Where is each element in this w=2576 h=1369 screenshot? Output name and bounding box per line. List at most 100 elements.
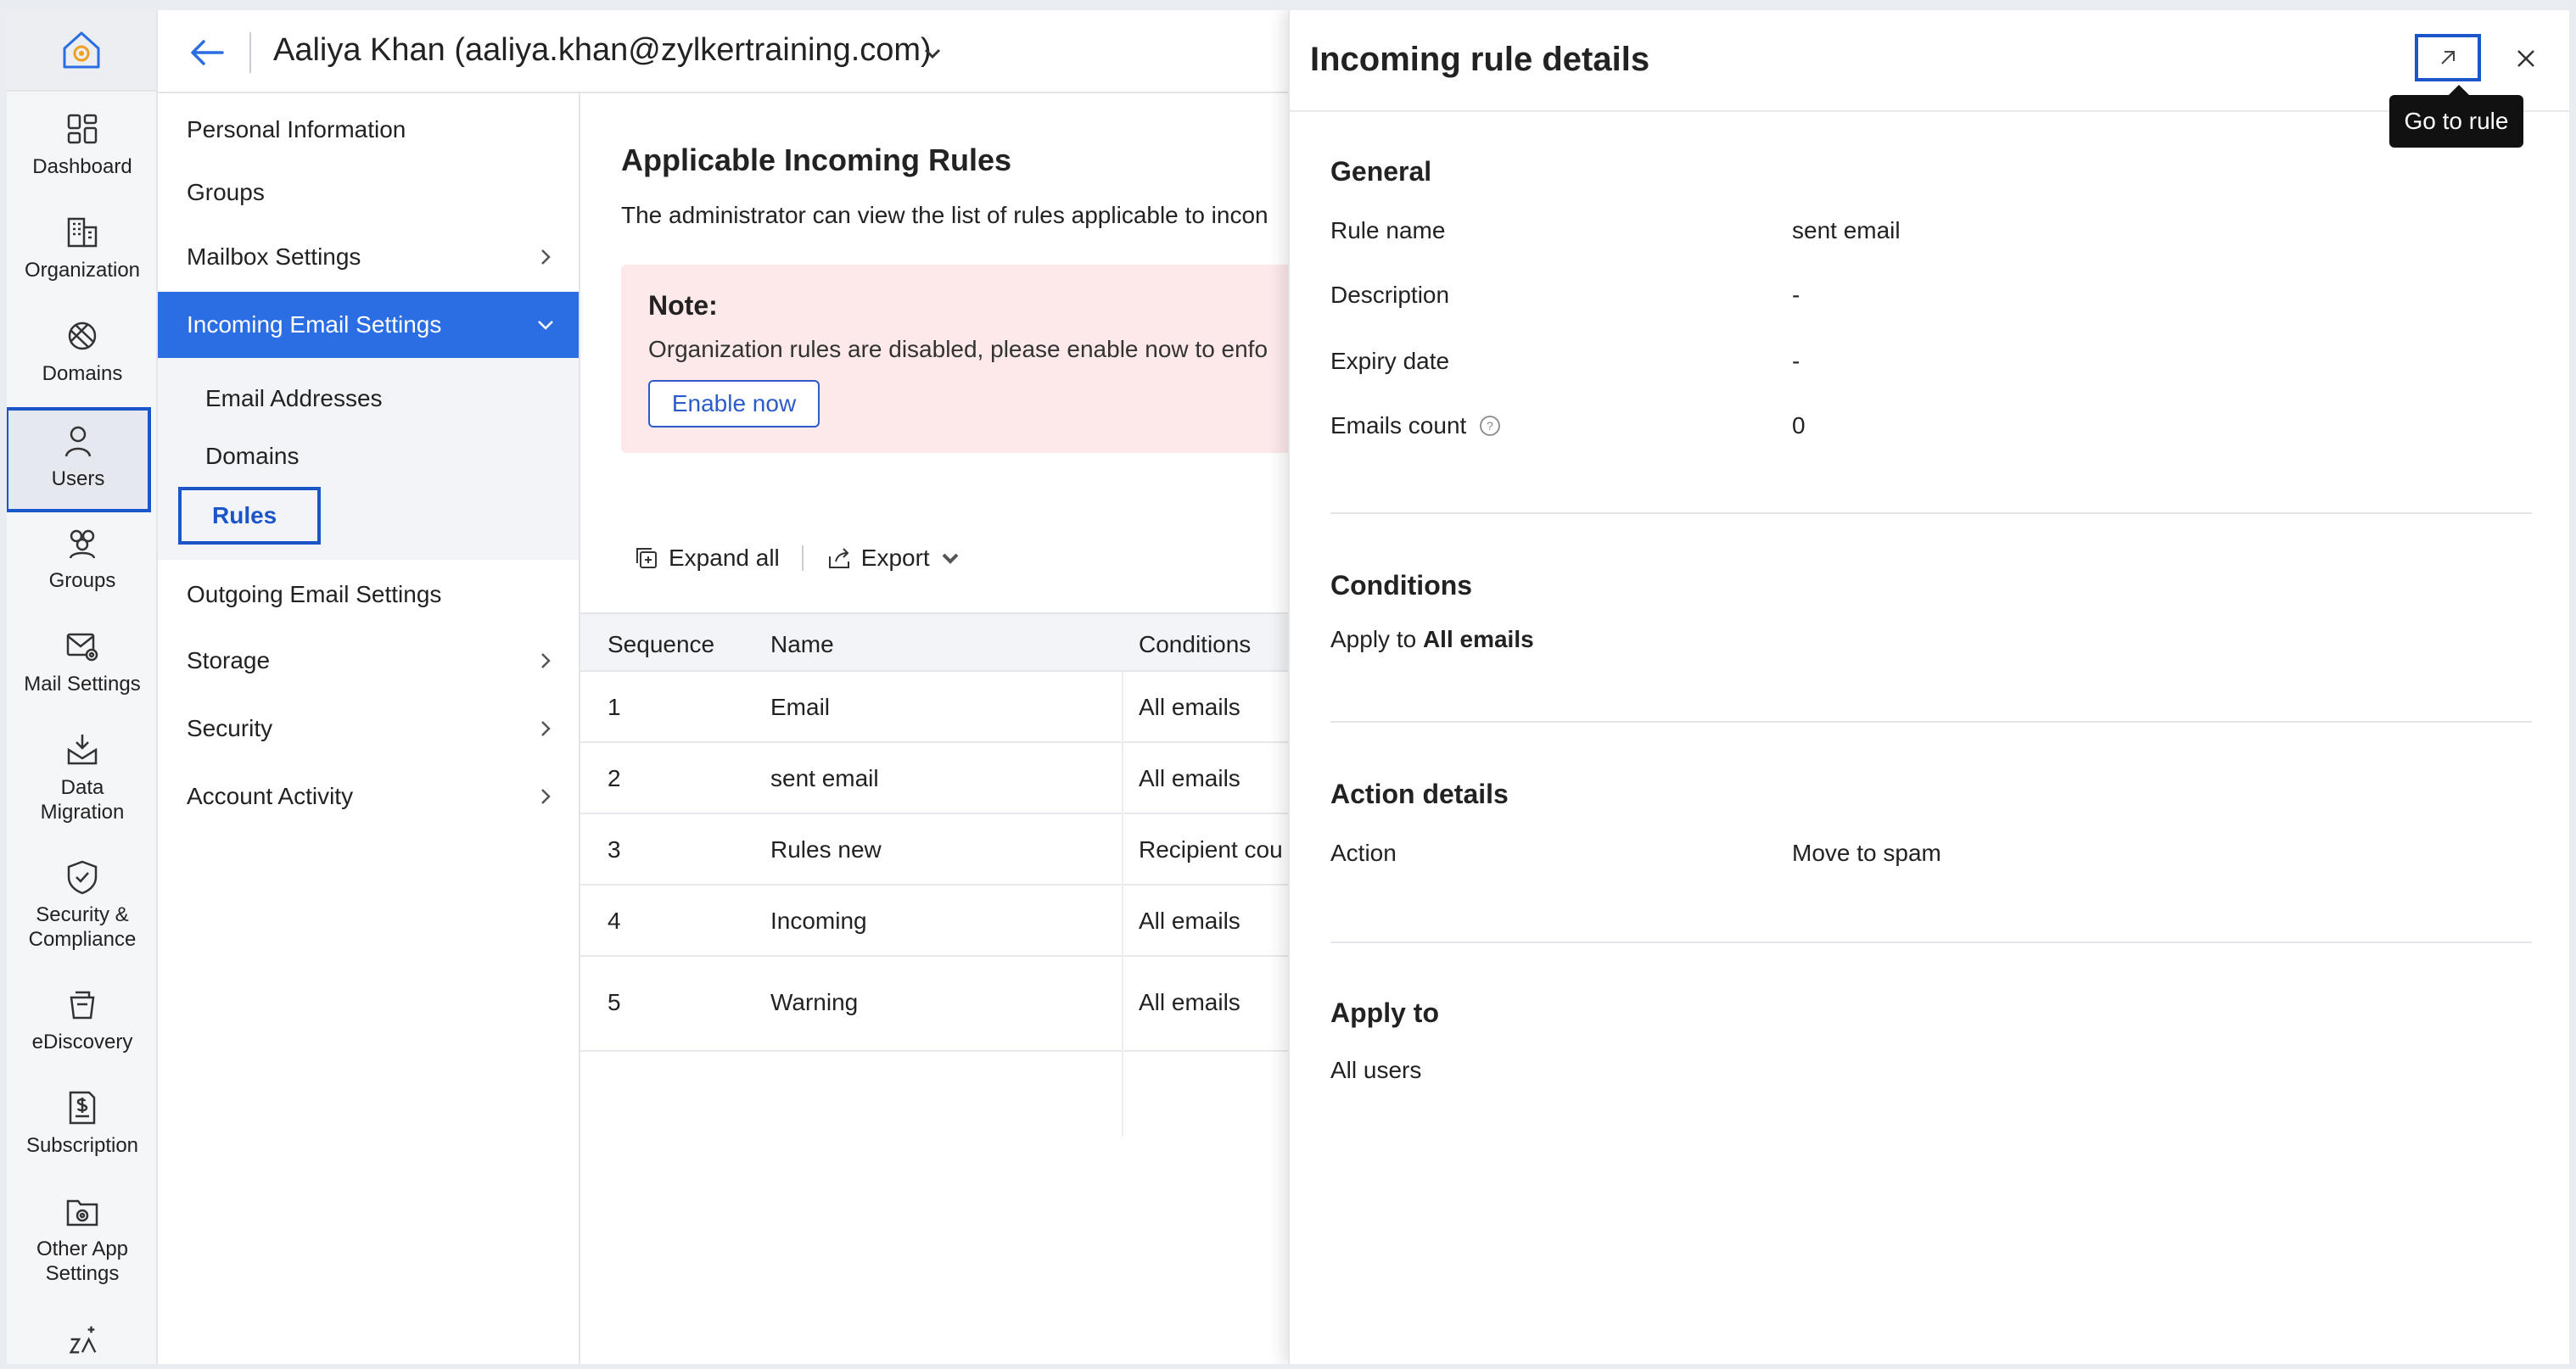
rail-item-subscription[interactable]: Subscription xyxy=(7,1089,158,1174)
export-button[interactable]: Export xyxy=(826,545,972,572)
section-general-title: General xyxy=(1330,156,1432,187)
enable-now-button[interactable]: Enable now xyxy=(648,380,820,427)
section-apply-to-title: Apply to xyxy=(1330,997,1439,1028)
table-toolbar: Expand all Export xyxy=(633,541,972,575)
chevron-down-icon[interactable] xyxy=(921,42,944,64)
table-row[interactable]: 3 Rules new Recipient cou xyxy=(580,814,1293,886)
export-label: Export xyxy=(860,545,930,571)
emails-count-value: 0 xyxy=(1792,412,1806,439)
back-arrow-icon[interactable] xyxy=(187,32,227,73)
go-to-rule-button[interactable] xyxy=(2415,34,2481,81)
cell-sequence: 1 xyxy=(608,694,621,720)
nav-incoming-email-settings[interactable]: Incoming Email Settings xyxy=(158,292,579,358)
section-conditions-title: Conditions xyxy=(1330,570,1473,601)
apply-to-value: All users xyxy=(1330,1057,1422,1083)
nav-storage[interactable]: Storage xyxy=(158,628,579,694)
rail-item-domains[interactable]: Domains xyxy=(7,317,158,402)
rail-label: Mail Settings xyxy=(24,673,141,696)
description-label: Description xyxy=(1330,282,1449,309)
expiry-date-value: - xyxy=(1792,348,1800,374)
nav-label: Security xyxy=(187,715,273,741)
app-logo[interactable] xyxy=(7,10,156,92)
ediscovery-icon xyxy=(70,991,95,1020)
app-window: Dashboard Organization Domains Users Gro… xyxy=(7,10,2569,1364)
rail-item-security-compliance[interactable]: Security & Compliance xyxy=(7,858,158,969)
nav-label: Mailbox Settings xyxy=(187,243,361,270)
label-text: Description xyxy=(1330,282,1450,308)
nav-label: Outgoing Email Settings xyxy=(187,581,442,607)
conditions-value: All emails xyxy=(1422,626,1534,652)
nav-label: Storage xyxy=(187,647,271,673)
nav-personal-information[interactable]: Personal Information xyxy=(158,97,579,163)
organization-icon xyxy=(67,217,98,248)
nav-email-addresses[interactable]: Email Addresses xyxy=(205,385,383,412)
column-header[interactable]: Conditions xyxy=(1139,631,1251,658)
table-header: Sequence Name Conditions xyxy=(580,612,1293,672)
rail-item-ediscovery[interactable]: eDiscovery xyxy=(7,986,158,1070)
rail-item-other-app-settings[interactable]: Other App Settings xyxy=(7,1193,158,1303)
go-to-rule-tooltip: Go to rule xyxy=(2389,85,2523,148)
nav-groups[interactable]: Groups xyxy=(158,159,579,226)
export-icon xyxy=(828,548,849,568)
rules-table: Sequence Name Conditions 1 Email All ema… xyxy=(580,612,1293,1052)
data-migration-icon xyxy=(67,735,98,765)
rail-item-users[interactable]: Users xyxy=(7,407,151,512)
nav-domains[interactable]: Domains xyxy=(205,443,299,470)
rail-label: Dashboard xyxy=(32,155,132,178)
nav-security[interactable]: Security xyxy=(158,696,579,762)
cell-conditions: Recipient cou xyxy=(1139,836,1283,863)
chevron-right-icon xyxy=(541,789,551,804)
svg-text:?: ? xyxy=(1487,419,1493,433)
nav-mailbox-settings[interactable]: Mailbox Settings xyxy=(158,224,579,290)
description-value: - xyxy=(1792,282,1800,308)
table-row[interactable]: 1 Email All emails xyxy=(580,672,1293,743)
expand-all-button[interactable]: Expand all xyxy=(633,545,780,572)
chevron-right-icon xyxy=(541,721,551,736)
caret-down-icon xyxy=(942,553,959,564)
user-settings-nav: Personal Information Groups Mailbox Sett… xyxy=(158,93,580,1364)
rail-label: Data Migration xyxy=(40,776,125,824)
expiry-date-label: Expiry date xyxy=(1330,348,1449,375)
nav-label: Incoming Email Settings xyxy=(187,311,442,338)
rail-item-groups[interactable]: Groups xyxy=(7,524,158,609)
cell-name: Warning xyxy=(770,989,859,1015)
left-rail: Dashboard Organization Domains Users Gro… xyxy=(7,10,158,1364)
rules-main-content: Applicable Incoming Rules The administra… xyxy=(580,93,1293,1364)
close-icon[interactable] xyxy=(2512,44,2540,73)
chevron-right-icon xyxy=(541,249,551,265)
rule-name-value: sent email xyxy=(1792,217,1901,243)
rail-item-mail-settings[interactable]: Mail Settings xyxy=(7,628,158,712)
nav-rules[interactable]: Rules xyxy=(178,487,321,545)
cell-sequence: 5 xyxy=(608,989,621,1015)
section-action-details-title: Action details xyxy=(1330,779,1509,809)
cell-name: Email xyxy=(770,694,831,720)
app-settings-icon xyxy=(66,1199,98,1227)
column-header[interactable]: Sequence xyxy=(608,631,714,658)
section-divider xyxy=(1330,942,2532,943)
mail-settings-icon xyxy=(66,633,98,662)
cell-conditions: All emails xyxy=(1139,694,1240,720)
user-selector[interactable]: Aaliya Khan (aaliya.khan@zylkertraining.… xyxy=(273,32,932,69)
cell-sequence: 3 xyxy=(608,836,621,863)
cell-sequence: 4 xyxy=(608,908,621,934)
rail-item-more[interactable] xyxy=(7,1322,158,1364)
cell-name: Incoming xyxy=(770,908,867,934)
rail-item-organization[interactable]: Organization xyxy=(7,214,158,299)
table-row[interactable]: 5 Warning All emails xyxy=(580,957,1293,1052)
table-row[interactable]: 4 Incoming All emails xyxy=(580,886,1293,957)
expand-all-icon xyxy=(636,548,657,568)
column-header[interactable]: Name xyxy=(770,631,834,658)
rail-label: Domains xyxy=(42,362,123,385)
cell-conditions: All emails xyxy=(1139,989,1240,1015)
rail-item-dashboard[interactable]: Dashboard xyxy=(7,110,158,195)
nav-outgoing-email-settings[interactable]: Outgoing Email Settings xyxy=(158,562,579,628)
nav-account-activity[interactable]: Account Activity xyxy=(158,763,579,830)
rail-label: Subscription xyxy=(25,1134,139,1157)
external-arrow-icon xyxy=(2441,51,2455,64)
rail-item-data-migration[interactable]: Data Migration xyxy=(7,731,158,841)
globe-icon xyxy=(68,321,97,350)
cell-conditions: All emails xyxy=(1139,765,1240,791)
table-row[interactable]: 2 sent email All emails xyxy=(580,743,1293,814)
help-icon[interactable]: ? xyxy=(1478,414,1502,438)
nav-label: Account Activity xyxy=(187,783,354,809)
